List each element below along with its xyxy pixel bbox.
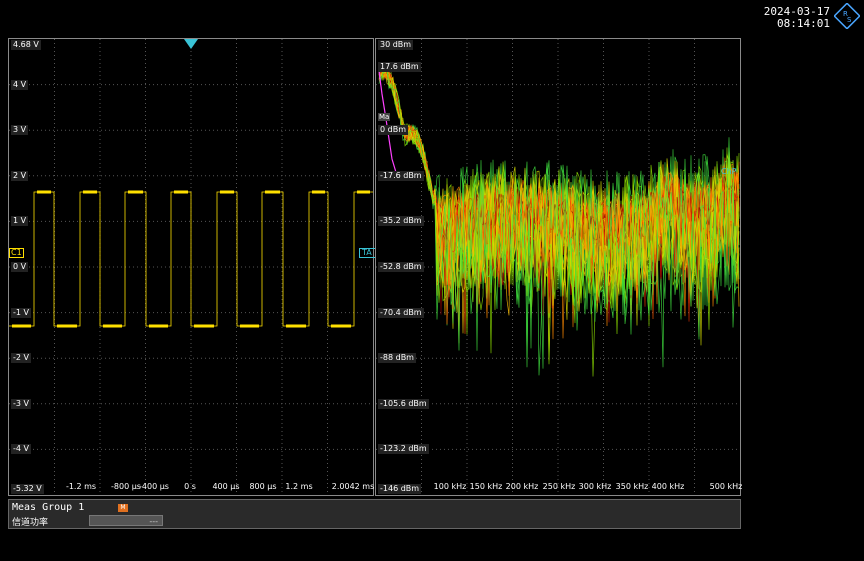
datetime: 2024-03-17 08:14:01 (764, 6, 830, 30)
y-axis-label: -35.2 dBm (378, 216, 424, 227)
spectrum-plot (376, 39, 740, 495)
x-axis-label: 200 kHz (505, 482, 539, 491)
rohde-schwarz-logo-icon: R S (834, 3, 860, 29)
y-axis-label: 30 dBm (378, 40, 414, 50)
x-axis-label: 400 kHz (651, 482, 685, 491)
y-axis-label: 0 V (11, 262, 29, 272)
spectrum-diagram[interactable]: 30 dBm 17.6 dBm 0 dBm -17.6 dBm -35.2 dBm -52… (375, 38, 743, 496)
x-axis-label: 1.2 ms (285, 482, 313, 491)
trigger-position-icon[interactable] (184, 39, 198, 49)
y-axis-label: 1 V (11, 216, 29, 227)
y-axis-label: 3 V (11, 125, 29, 136)
x-axis-label: -800 µs (111, 482, 141, 491)
x-axis-label: -1.2 ms (65, 482, 97, 491)
time-domain-plot (9, 39, 373, 495)
y-axis-label: -2 V (11, 353, 31, 364)
time-domain-diagram[interactable]: 4.68 V 4 V 3 V 2 V 1 V 0 V -1 V -2 V -3 V -4 V -5.… (8, 38, 376, 496)
x-axis-label: 800 µs (249, 482, 277, 491)
meas-badge-icon: M (118, 504, 128, 512)
svg-text:S: S (847, 16, 852, 24)
meas-group-panel[interactable]: Meas Group 1 M 信道功率 --- (8, 499, 741, 529)
y-axis-label: 4.68 V (11, 40, 41, 50)
y-axis-label: -123.2 dBm (378, 444, 429, 455)
channel-power-marker[interactable]: ChP (721, 167, 736, 176)
y-axis-label: -5.32 V (11, 484, 44, 494)
x-axis-label: 100 kHz (433, 482, 467, 491)
x-axis-label: 400 µs (212, 482, 240, 491)
meas-row-label: 信道功率 (12, 518, 49, 528)
trigger-level-marker[interactable]: TA (359, 248, 376, 258)
y-axis-label: -88 dBm (378, 353, 416, 364)
y-axis-label: -70.4 dBm (378, 307, 424, 318)
y-axis-label: 17.6 dBm (378, 61, 421, 72)
y-axis-label: 4 V (11, 79, 29, 90)
y-axis-label: -146 dBm (378, 484, 422, 494)
x-axis-label: 500 kHz (709, 482, 743, 491)
x-axis-label: 150 kHz (469, 482, 503, 491)
meas-group-title[interactable]: Meas Group 1 (12, 502, 84, 513)
channel-offset-marker[interactable]: C1 (9, 248, 24, 258)
spectrum-marker[interactable]: Ma (378, 113, 391, 121)
x-axis-label: 250 kHz (542, 482, 576, 491)
y-axis-label: -3 V (11, 398, 31, 409)
y-axis-label: -17.6 dBm (378, 170, 424, 181)
signal-trace (9, 191, 373, 327)
y-axis-label: 0 dBm (378, 125, 408, 136)
y-axis-label: -52.8 dBm (378, 262, 424, 272)
y-axis-label: -4 V (11, 444, 31, 455)
time: 08:14:01 (777, 17, 830, 30)
y-axis-label: 2 V (11, 170, 29, 181)
x-axis-label: 0 s (184, 482, 196, 491)
meas-row-value: --- (89, 515, 163, 526)
x-axis-label: 2.0042 ms (331, 482, 375, 491)
x-axis-label: 350 kHz (615, 482, 649, 491)
y-axis-label: -1 V (11, 307, 31, 318)
x-axis-label: 300 kHz (578, 482, 612, 491)
y-axis-label: -105.6 dBm (378, 398, 429, 409)
x-axis-label: -400 µs (139, 482, 169, 491)
